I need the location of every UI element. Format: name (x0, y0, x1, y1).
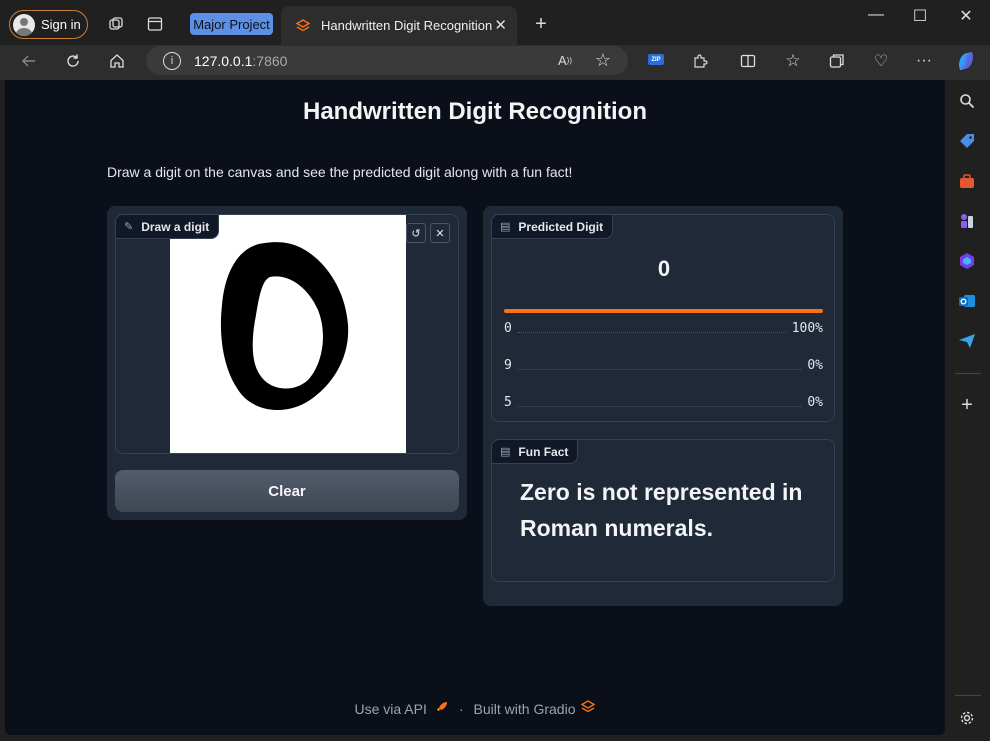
extensions-icon[interactable] (687, 48, 713, 74)
confidence-row: 5 0% (504, 393, 823, 411)
signin-button[interactable]: Sign in (9, 10, 88, 39)
settings-gear-icon[interactable] (956, 707, 978, 729)
footer: Use via API · Built with Gradio (5, 700, 945, 717)
confidence-value: 100% (791, 320, 823, 336)
fun-fact-block: ▤ Fun Fact Zero is not represented in Ro… (491, 439, 835, 582)
games-icon[interactable] (956, 210, 978, 232)
gradio-page: Handwritten Digit Recognition Draw a dig… (5, 80, 945, 735)
confidence-value: 0% (807, 357, 823, 373)
close-tab-icon[interactable]: ✕ (494, 16, 507, 34)
prediction-label: Predicted Digit (518, 219, 604, 234)
sidebar-divider (955, 695, 981, 696)
output-column: ▤ Predicted Digit 0 0 100% 9 0% 5 0% ▤ F… (483, 206, 843, 606)
minimize-icon[interactable]: — (864, 6, 888, 24)
search-icon[interactable] (956, 90, 978, 112)
confidence-bar (504, 309, 823, 313)
tab-title: Handwritten Digit Recognition (321, 18, 493, 33)
clear-canvas-icon[interactable]: ✕ (430, 223, 450, 243)
split-screen-icon[interactable] (735, 48, 761, 74)
gradio-favicon-icon (295, 18, 311, 34)
confidence-value: 0% (807, 394, 823, 410)
sidebar-divider (955, 373, 981, 374)
use-api-link[interactable]: Use via API (355, 701, 427, 717)
predicted-value: 0 (657, 256, 671, 281)
clear-button[interactable]: Clear (115, 470, 459, 512)
built-with-gradio-link[interactable]: Built with Gradio (474, 701, 576, 717)
label-icon: ▤ (500, 446, 511, 458)
browser-sidebar: + (945, 80, 990, 741)
page-description: Draw a digit on the canvas and see the p… (107, 164, 573, 180)
tools-icon[interactable] (956, 170, 978, 192)
canvas-label: Draw a digit (141, 219, 210, 234)
gradio-logo-icon (581, 700, 596, 717)
canvas-label-chip: ✎ Draw a digit (115, 214, 220, 239)
undo-icon[interactable]: ↺ (406, 223, 426, 243)
address-toolbar: i 127.0.0.1:7860 A)) ☆ ZIP ☆ ♡ ··· (0, 45, 990, 80)
page-title: Handwritten Digit Recognition (303, 98, 647, 125)
copilot-app-icon[interactable] (956, 250, 978, 272)
shopping-tag-icon[interactable] (956, 130, 978, 152)
send-icon[interactable] (956, 330, 978, 352)
collections-icon[interactable] (824, 48, 850, 74)
confidence-row: 9 0% (504, 356, 823, 374)
copilot-icon[interactable] (953, 48, 979, 74)
home-icon[interactable] (104, 48, 130, 74)
more-menu-icon[interactable]: ··· (911, 48, 937, 74)
close-window-icon[interactable]: ✕ (954, 6, 978, 26)
workspaces-icon[interactable] (104, 12, 128, 36)
signin-label: Sign in (41, 17, 81, 32)
prediction-block: ▤ Predicted Digit 0 0 100% 9 0% 5 0% (491, 214, 835, 422)
active-tab[interactable]: Handwritten Digit Recognition ✕ (281, 6, 517, 45)
read-aloud-icon[interactable]: A)) (552, 47, 578, 73)
rocket-icon (435, 700, 449, 717)
outlook-icon[interactable] (956, 290, 978, 312)
url-bar[interactable]: i 127.0.0.1:7860 A)) ☆ (146, 46, 628, 75)
label-icon: ▤ (500, 221, 511, 233)
fact-label-chip: ▤ Fun Fact (491, 439, 579, 464)
fact-label: Fun Fact (518, 444, 569, 459)
confidence-label: 0 (504, 320, 512, 336)
drawing-canvas[interactable] (170, 215, 406, 453)
avatar-icon (13, 13, 35, 36)
refresh-icon[interactable] (60, 48, 86, 74)
back-icon[interactable] (16, 48, 42, 74)
zip-extension-icon[interactable]: ZIP (648, 54, 664, 65)
browser-titlebar: Sign in Major Project Handwritten Digit … (0, 0, 990, 45)
confidence-label: 5 (504, 394, 512, 410)
site-info-icon[interactable]: i (163, 51, 181, 70)
fun-fact-text: Zero is not represented in Roman numeral… (520, 479, 803, 541)
add-icon[interactable]: + (956, 394, 978, 416)
browser-essentials-icon[interactable]: ♡ (868, 48, 894, 74)
tab-actions-icon[interactable] (143, 12, 167, 36)
url-port: :7860 (252, 52, 288, 69)
pencil-icon: ✎ (124, 221, 134, 233)
confidence-label: 9 (504, 357, 512, 373)
new-tab-icon[interactable]: + (529, 12, 553, 36)
sketchpad-block: ✎ Draw a digit ↺ ✕ (115, 214, 459, 454)
url-host: 127.0.0.1 (194, 52, 253, 69)
prediction-label-chip: ▤ Predicted Digit (491, 214, 614, 239)
footer-separator: · (458, 700, 464, 717)
favorites-icon[interactable]: ☆ (780, 48, 806, 74)
maximize-icon[interactable]: ☐ (908, 6, 932, 26)
favorite-star-icon[interactable]: ☆ (590, 47, 616, 73)
confidence-row: 0 100% (504, 319, 823, 337)
tab-group-label[interactable]: Major Project (190, 13, 273, 35)
